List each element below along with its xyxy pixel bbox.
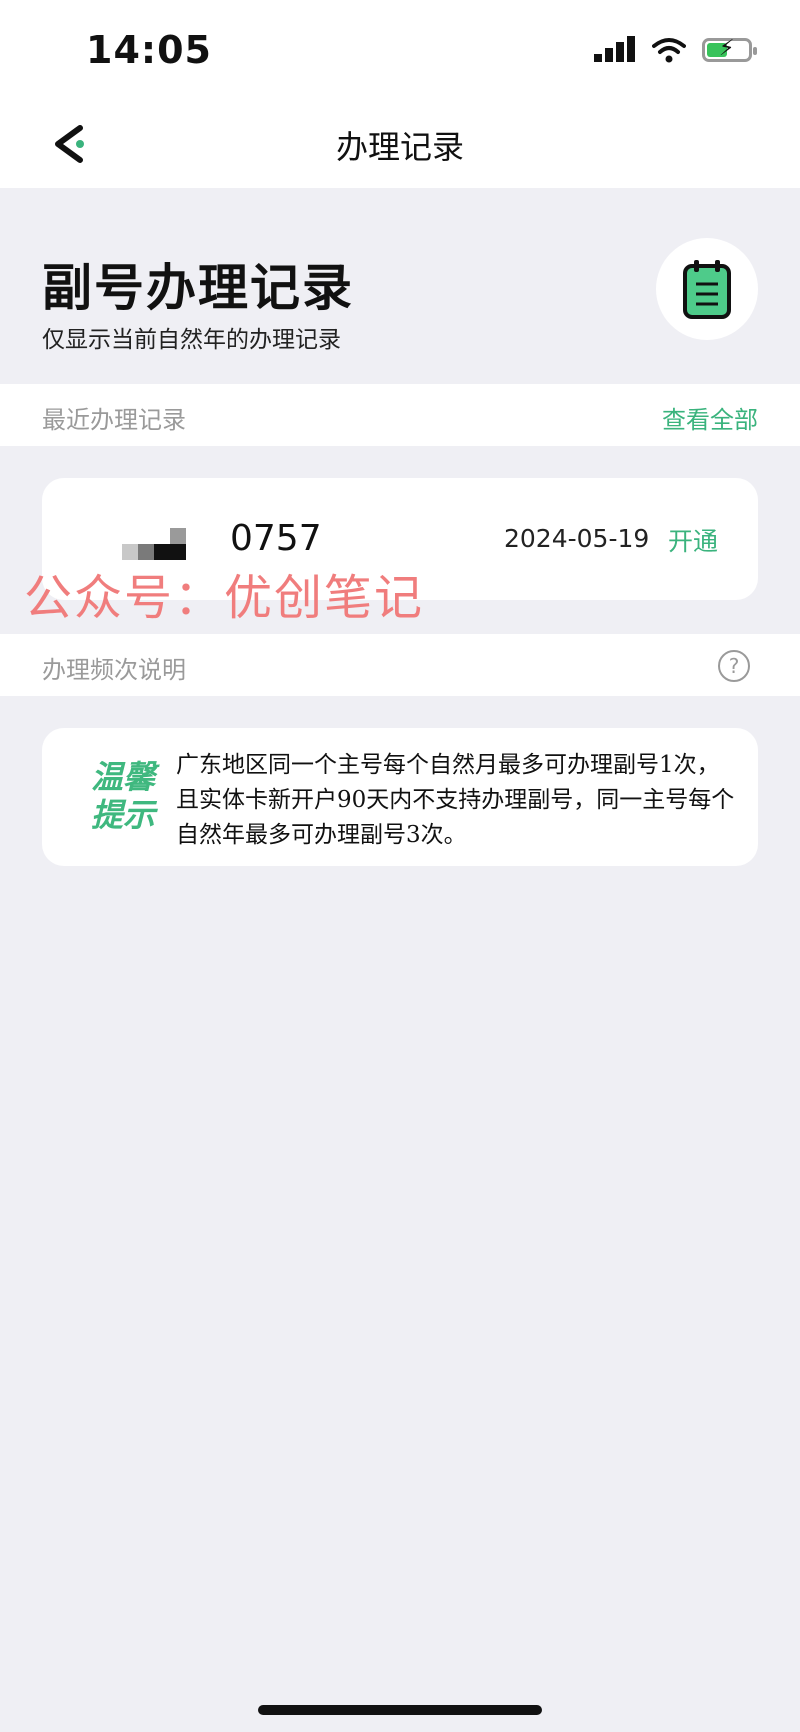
frequency-label: 办理频次说明 [42,656,186,684]
notepad-icon [683,260,731,319]
signal-icon [594,36,635,62]
tip-badge-line1: 温馨 [90,758,155,796]
wifi-icon [652,38,686,63]
record-number: 0757 [230,518,322,559]
frequency-bar: 办理频次说明 ? [0,634,800,696]
home-indicator[interactable] [258,1705,542,1715]
status-bar: 14:05 ⚡ [0,0,800,100]
battery-charging-icon: ⚡ [702,37,757,62]
tip-text: 广东地区同一个主号每个自然月最多可办理副号1次，且实体卡新开户90天内不支持办理… [176,752,735,848]
status-icons: ⚡ [594,36,757,64]
redacted-number-mosaic [122,528,186,560]
recent-records-bar: 最近办理记录 查看全部 [0,384,800,446]
view-all-link[interactable]: 查看全部 [662,400,758,435]
header-subtitle: 仅显示当前自然年的办理记录 [42,327,341,353]
header-icon-circle [656,238,758,340]
tip-badge: 温馨 提示 [82,758,164,834]
record-date: 2024-05-19 [504,524,650,553]
question-circle-icon[interactable]: ? [718,650,750,682]
tip-badge-line2: 提示 [90,796,155,834]
tip-card: 温馨 提示 广东地区同一个主号每个自然月最多可办理副号1次，且实体卡新开户90天… [42,728,758,866]
record-status: 开通 [668,527,719,556]
recent-records-label: 最近办理记录 [42,406,186,434]
page-title: 办理记录 [335,128,464,166]
header-section: 副号办理记录 仅显示当前自然年的办理记录 [0,188,800,384]
watermark-text: 公众号：优创笔记 [24,570,425,626]
header-title: 副号办理记录 [42,259,354,317]
status-time: 14:05 [86,28,212,72]
nav-bar: 办理记录 [0,100,800,188]
